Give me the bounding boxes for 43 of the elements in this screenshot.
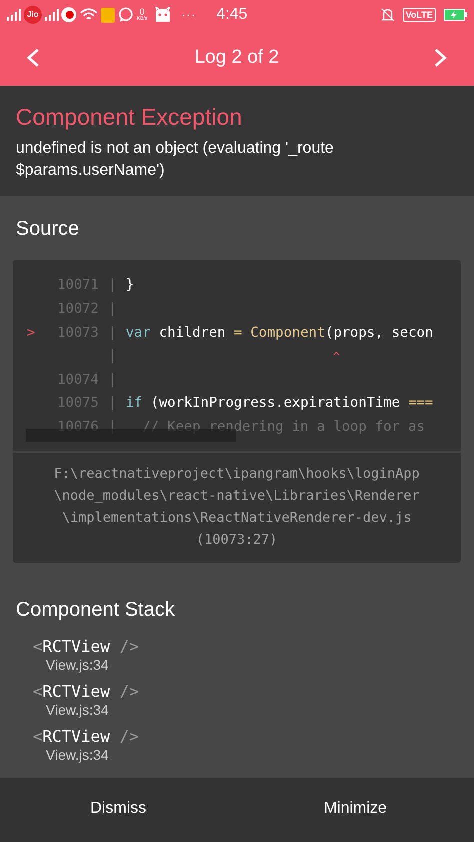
code-line: var children = Component(props, secon bbox=[126, 324, 434, 343]
section-heading: Source bbox=[15, 217, 80, 242]
footer-button[interactable]: Minimize bbox=[237, 778, 474, 842]
speed-value: 0 bbox=[140, 8, 145, 17]
signal-icon bbox=[44, 9, 60, 21]
chat-icon bbox=[118, 7, 134, 23]
pointer-marker: > bbox=[27, 324, 36, 343]
gutter-separator: | bbox=[107, 347, 118, 366]
file-location: View.js:34 bbox=[45, 703, 110, 718]
back-chevron-icon[interactable] bbox=[26, 48, 40, 68]
component-name: <RCTView /> bbox=[33, 639, 139, 656]
gutter-separator: | bbox=[107, 324, 118, 343]
wifi-icon bbox=[80, 8, 98, 22]
gutter-separator: | bbox=[107, 394, 118, 414]
file-path: F:\reactnativeproject\ipangram\hooks\loginApp \node_modules\react-native\Libraries\Renderer \implementations\ReactNativeRenderer-dev.js (10073:27) bbox=[53, 465, 421, 550]
gutter-separator: | bbox=[107, 300, 118, 320]
app-icon bbox=[61, 7, 77, 23]
header-title: Log 2 of 2 bbox=[194, 46, 280, 70]
gutter-separator: | bbox=[107, 370, 118, 390]
exception-title: Component Exception bbox=[16, 103, 244, 132]
signal-icon bbox=[6, 9, 22, 21]
code-line: if (workInProgress.expirationTime === bbox=[126, 394, 434, 414]
gutter-separator: | bbox=[107, 276, 118, 296]
robot-icon bbox=[154, 7, 172, 23]
battery-icon bbox=[444, 9, 468, 21]
bell-off-icon bbox=[380, 8, 395, 22]
overflow-dots: ··· bbox=[182, 7, 197, 24]
code-line: } bbox=[126, 276, 134, 296]
network-badge: VoLTE bbox=[402, 8, 436, 22]
file-location: View.js:34 bbox=[45, 748, 110, 762]
section-heading: Component Stack bbox=[15, 598, 176, 624]
carrier-badge: Jio bbox=[24, 6, 42, 24]
file-location: View.js:34 bbox=[45, 658, 110, 672]
code-line: // Keep rendering in a loop for as bbox=[142, 418, 426, 438]
exception-message: undefined is not an object (evaluating '_route $params.userName') bbox=[16, 139, 335, 181]
status-time: 4:45 bbox=[216, 5, 248, 25]
component-name: <RCTView /> bbox=[33, 729, 139, 746]
gutter-separator: | bbox=[107, 418, 118, 438]
error-caret: ^ bbox=[333, 348, 340, 366]
app-icon bbox=[101, 8, 115, 22]
component-name: <RCTView /> bbox=[33, 684, 139, 700]
forward-chevron-icon[interactable] bbox=[434, 48, 448, 68]
footer-button[interactable]: Dismiss bbox=[0, 778, 237, 842]
